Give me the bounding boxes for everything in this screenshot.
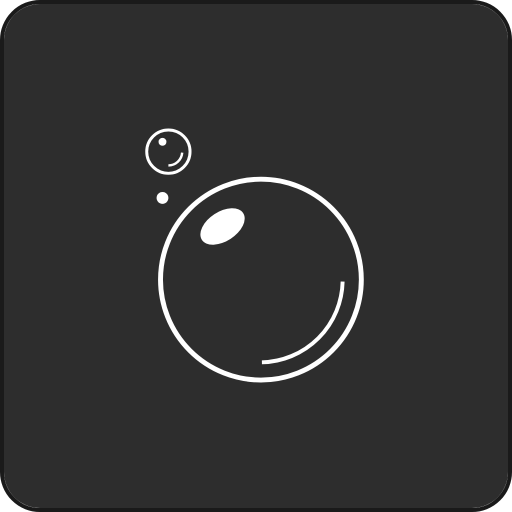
small-bubble-highlight xyxy=(158,137,167,146)
app-icon[interactable] xyxy=(0,0,512,512)
tiny-bubble xyxy=(156,192,169,204)
icon-background xyxy=(4,4,508,508)
bubbles-icon xyxy=(4,4,508,508)
